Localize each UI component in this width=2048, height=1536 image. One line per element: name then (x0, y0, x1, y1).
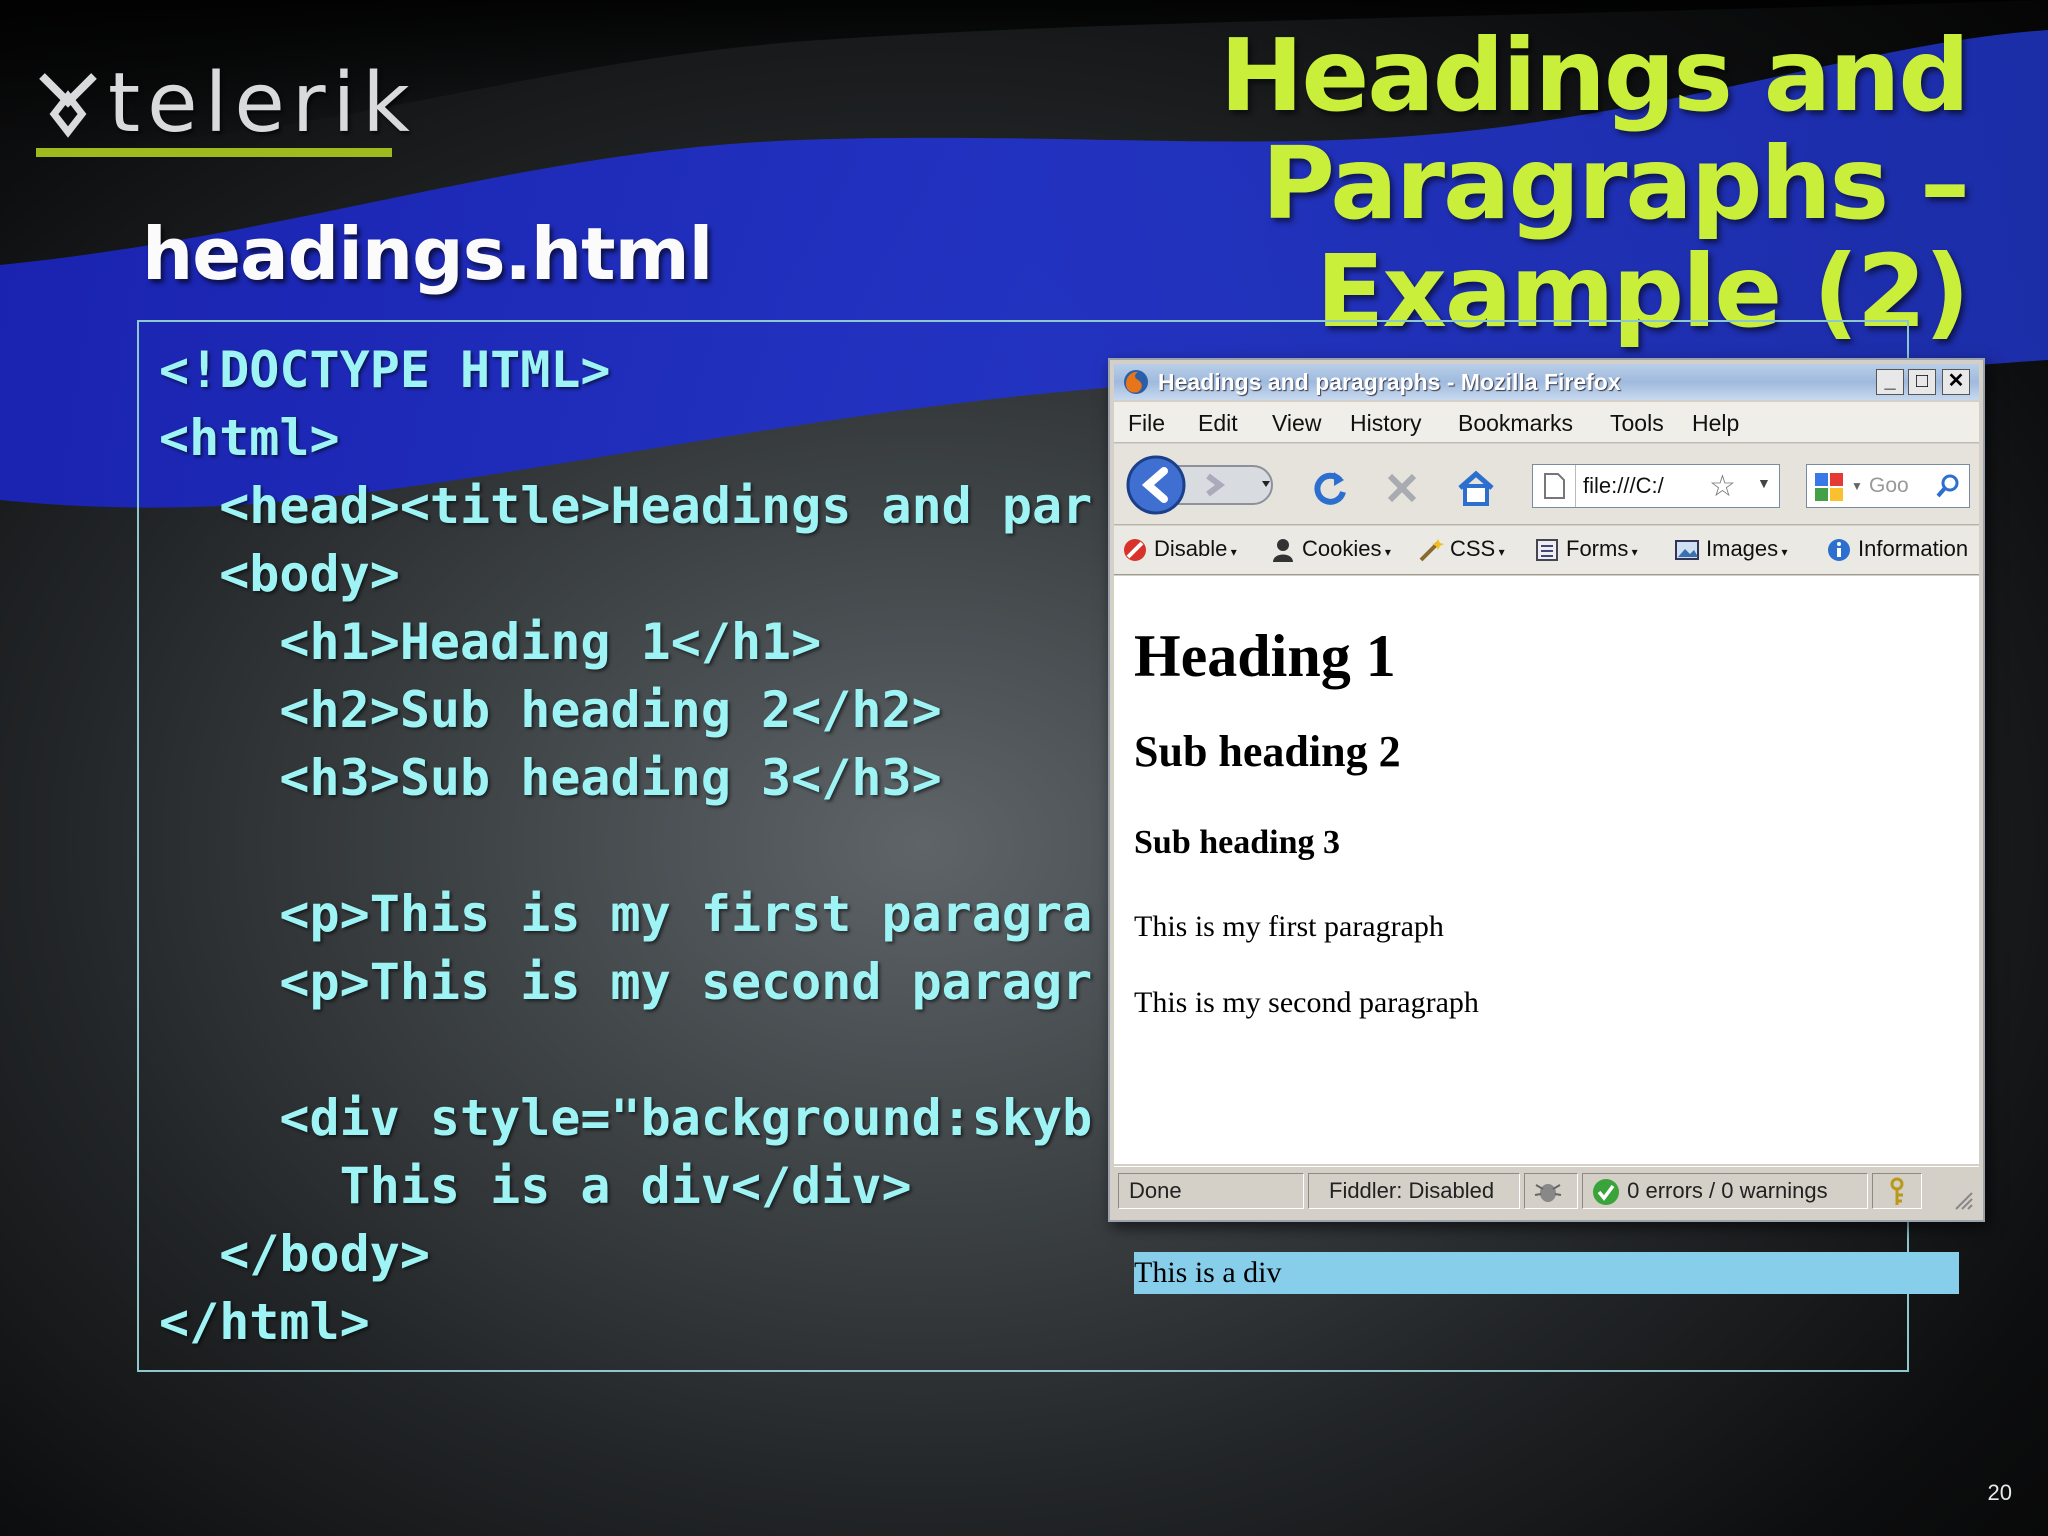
address-dropdown-icon[interactable]: ▼ (1757, 475, 1771, 491)
content-heading-3: Sub heading 3 (1134, 824, 1340, 861)
cookies-menu[interactable]: Cookies ▾ (1270, 536, 1391, 563)
page-icon (1544, 473, 1565, 499)
disable-label: Disable (1154, 536, 1228, 561)
code-line: <p>This is my first paragra (159, 885, 1093, 943)
css-label: CSS (1450, 536, 1496, 561)
code-line: <body> (159, 545, 400, 603)
search-engine-dropdown-icon[interactable]: ▼ (1851, 479, 1863, 493)
menu-bar: File Edit View History Bookmarks Tools H… (1114, 402, 1979, 443)
status-bar: Done Fiddler: Disabled 0 errors / 0 warn… (1114, 1166, 1979, 1217)
menu-help[interactable]: Help (1692, 410, 1739, 437)
code-line: <h2>Sub heading 2</h2> (159, 681, 942, 739)
page-content: Heading 1 Sub heading 2 Sub heading 3 Th… (1114, 576, 1979, 1294)
firefox-icon (1124, 370, 1148, 394)
content-heading-2: Sub heading 2 (1134, 727, 1401, 776)
status-validation[interactable]: 0 errors / 0 warnings (1582, 1173, 1868, 1209)
google-icon (1815, 473, 1843, 501)
window-title: Headings and paragraphs - Mozilla Firefo… (1158, 369, 1621, 395)
stop-icon[interactable] (1382, 468, 1422, 508)
content-paragraph-1: This is my first paragraph (1134, 910, 1444, 943)
status-done: Done (1118, 1173, 1304, 1209)
key-icon (1890, 1177, 1904, 1206)
forms-icon (1536, 539, 1558, 562)
bookmark-star-icon[interactable]: ☆ (1709, 469, 1736, 504)
menu-view[interactable]: View (1272, 410, 1321, 437)
code-line: </html> (159, 1293, 370, 1351)
close-button[interactable]: ✕ (1942, 369, 1970, 395)
logo-text: telerik (108, 56, 417, 151)
address-bar[interactable]: file:///C:/ ☆ ▼ (1532, 464, 1780, 508)
status-bug-icon[interactable] (1524, 1173, 1578, 1209)
search-icon[interactable] (1935, 473, 1961, 499)
navigation-toolbar: file:///C:/ ☆ ▼ ▼ Goo (1114, 444, 1979, 525)
search-box[interactable]: ▼ Goo (1806, 464, 1970, 508)
code-line: <!DOCTYPE HTML> (159, 341, 611, 399)
check-icon (1593, 1179, 1619, 1206)
information-menu[interactable]: Information (1826, 536, 1968, 563)
images-label: Images (1706, 536, 1779, 561)
search-input[interactable]: Goo (1869, 474, 1909, 498)
content-skyblue-div: This is a div (1134, 1252, 1959, 1294)
menu-history[interactable]: History (1350, 410, 1422, 437)
slide-title: Headings and Paragraphs – Example (2) (618, 17, 1970, 346)
slide-number: 20 (1987, 1480, 2012, 1505)
minimize-button[interactable]: _ (1876, 369, 1904, 395)
browser-window: Headings and paragraphs - Mozilla Firefo… (1108, 358, 1985, 1294)
web-developer-toolbar: Disable ▾ Cookies ▾ CSS ▾ Forms ▾ Images… (1114, 526, 1979, 575)
address-text[interactable]: file:///C:/ (1583, 473, 1664, 499)
maximize-button[interactable]: □ (1908, 369, 1936, 395)
home-icon[interactable] (1454, 466, 1498, 510)
slide-title-line-1: Headings and Paragraphs – (1219, 17, 1970, 242)
code-line: <h1>Heading 1</h1> (159, 613, 822, 671)
forms-label: Forms (1566, 536, 1629, 561)
images-menu[interactable]: Images ▾ (1674, 536, 1788, 563)
disable-menu[interactable]: Disable ▾ (1122, 536, 1237, 563)
logo-underline (36, 148, 392, 157)
code-line: <head><title>Headings and par (159, 477, 1093, 535)
menu-edit[interactable]: Edit (1198, 410, 1238, 437)
cookies-label: Cookies (1302, 536, 1382, 561)
menu-bookmarks[interactable]: Bookmarks (1458, 410, 1573, 437)
back-forward-buttons[interactable] (1122, 454, 1282, 516)
images-icon (1675, 540, 1699, 561)
css-wand-icon (1419, 539, 1444, 562)
file-name-heading: headings.html (142, 212, 713, 296)
code-line: <p>This is my second paragr (159, 953, 1093, 1011)
status-plugin-icon[interactable] (1872, 1173, 1922, 1209)
resize-grip-icon[interactable] (1950, 1187, 1974, 1211)
css-menu[interactable]: CSS ▾ (1418, 536, 1505, 563)
cookies-icon (1273, 539, 1293, 563)
firebug-icon (1534, 1184, 1562, 1203)
code-line: <h3>Sub heading 3</h3> (159, 749, 942, 807)
telerik-logo-icon (39, 73, 97, 138)
code-line: This is a div</div> (159, 1157, 912, 1215)
content-paragraph-2: This is my second paragraph (1134, 986, 1479, 1019)
code-line: <html> (159, 409, 340, 467)
disable-icon (1124, 539, 1146, 562)
status-fiddler[interactable]: Fiddler: Disabled (1308, 1173, 1520, 1209)
menu-tools[interactable]: Tools (1610, 410, 1664, 437)
information-icon (1828, 539, 1850, 562)
code-listing: <!DOCTYPE HTML> <html> <head><title>Headi… (159, 336, 1092, 1356)
forms-menu[interactable]: Forms ▾ (1534, 536, 1638, 563)
content-heading-1: Heading 1 (1134, 623, 1396, 689)
window-titlebar[interactable]: Headings and paragraphs - Mozilla Firefo… (1114, 364, 1979, 400)
reload-icon[interactable] (1310, 468, 1350, 508)
code-line: <div style="background:skyb (159, 1089, 1093, 1147)
status-errors-text: 0 errors / 0 warnings (1627, 1178, 1828, 1203)
information-label: Information (1858, 536, 1969, 561)
menu-file[interactable]: File (1128, 410, 1165, 437)
telerik-logo: telerik (36, 56, 410, 162)
code-line: </body> (159, 1225, 430, 1283)
